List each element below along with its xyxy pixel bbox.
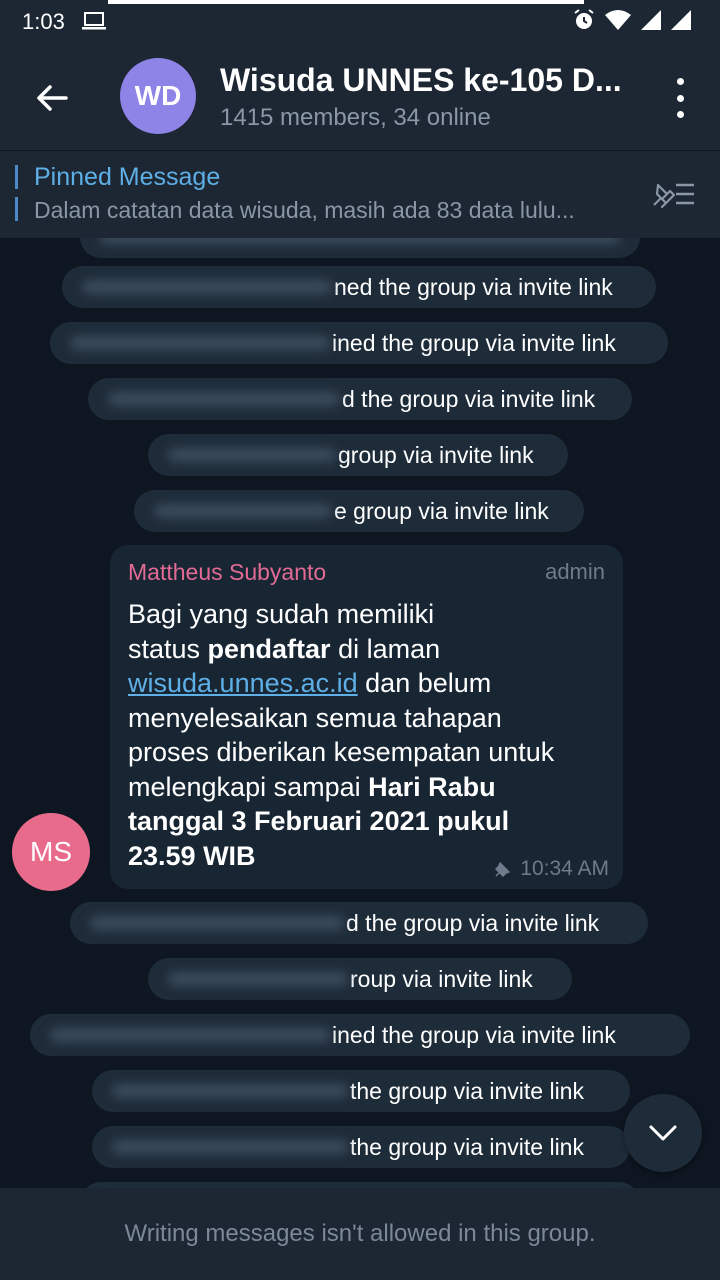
service-message: roup via invite link [148, 958, 572, 1000]
service-message: group via invite link [148, 434, 568, 476]
composer-disabled-bar: Writing messages isn't allowed in this g… [0, 1188, 720, 1280]
chat-header: WD Wisuda UNNES ke-105 D... 1415 members… [0, 44, 720, 150]
service-message: d the group via invite link [88, 378, 632, 420]
service-message: d the group via invite link [70, 902, 648, 944]
pinned-preview: Dalam catatan data wisuda, masih ada 83 … [34, 197, 575, 223]
pinned-label: Pinned Message [34, 163, 221, 191]
group-avatar[interactable]: WD [120, 58, 196, 134]
service-message: the group via invite link [92, 1126, 630, 1168]
service-message: ined the group via invite link [30, 1014, 690, 1056]
system-icons [572, 8, 692, 32]
message-link[interactable]: wisuda.unnes.ac.id [128, 668, 358, 698]
status-bar: 1:03 [0, 0, 720, 44]
message-bubble[interactable]: Mattheus Subyanto admin Bagi yang sudah … [110, 545, 623, 889]
back-arrow-icon[interactable] [30, 76, 74, 120]
service-message: ined the group via invite link [50, 322, 668, 364]
wifi-icon [605, 10, 631, 30]
status-time: 1:03 [22, 9, 65, 34]
message-time: 10:34 AM [520, 857, 609, 880]
scroll-down-button[interactable] [624, 1094, 702, 1172]
pinned-list-icon[interactable] [648, 177, 698, 211]
pinned-indicator [15, 165, 18, 221]
service-message: e group via invite link [134, 490, 584, 532]
writing-disabled-notice: Writing messages isn't allowed in this g… [124, 1220, 596, 1247]
message-list[interactable]: ned the group via invite link ined the g… [0, 238, 720, 1188]
service-message [80, 238, 640, 258]
signal-icon [671, 10, 691, 30]
signal-icon [641, 10, 661, 30]
service-message: the group via invite link [92, 1070, 630, 1112]
alarm-icon [574, 9, 594, 29]
laptop-icon [82, 12, 106, 30]
chevron-down-icon [649, 1125, 677, 1141]
pin-icon [495, 862, 511, 877]
message-text: Bagi yang sudah memiliki status pendafta… [128, 599, 555, 871]
more-options-icon[interactable] [670, 78, 690, 118]
service-message: ned the group via invite link [62, 266, 656, 308]
group-title[interactable]: Wisuda UNNES ke-105 D... [220, 62, 622, 99]
pinned-message-bar[interactable]: Pinned Message Dalam catatan data wisuda… [0, 150, 720, 238]
sender-avatar[interactable]: MS [12, 813, 90, 891]
sender-role-badge: admin [545, 559, 605, 584]
message-meta: 10:34 AM [494, 857, 609, 881]
message-sender[interactable]: Mattheus Subyanto [128, 559, 326, 586]
group-member-count: 1415 members, 34 online [220, 104, 491, 131]
status-bar-indicator [108, 0, 584, 4]
